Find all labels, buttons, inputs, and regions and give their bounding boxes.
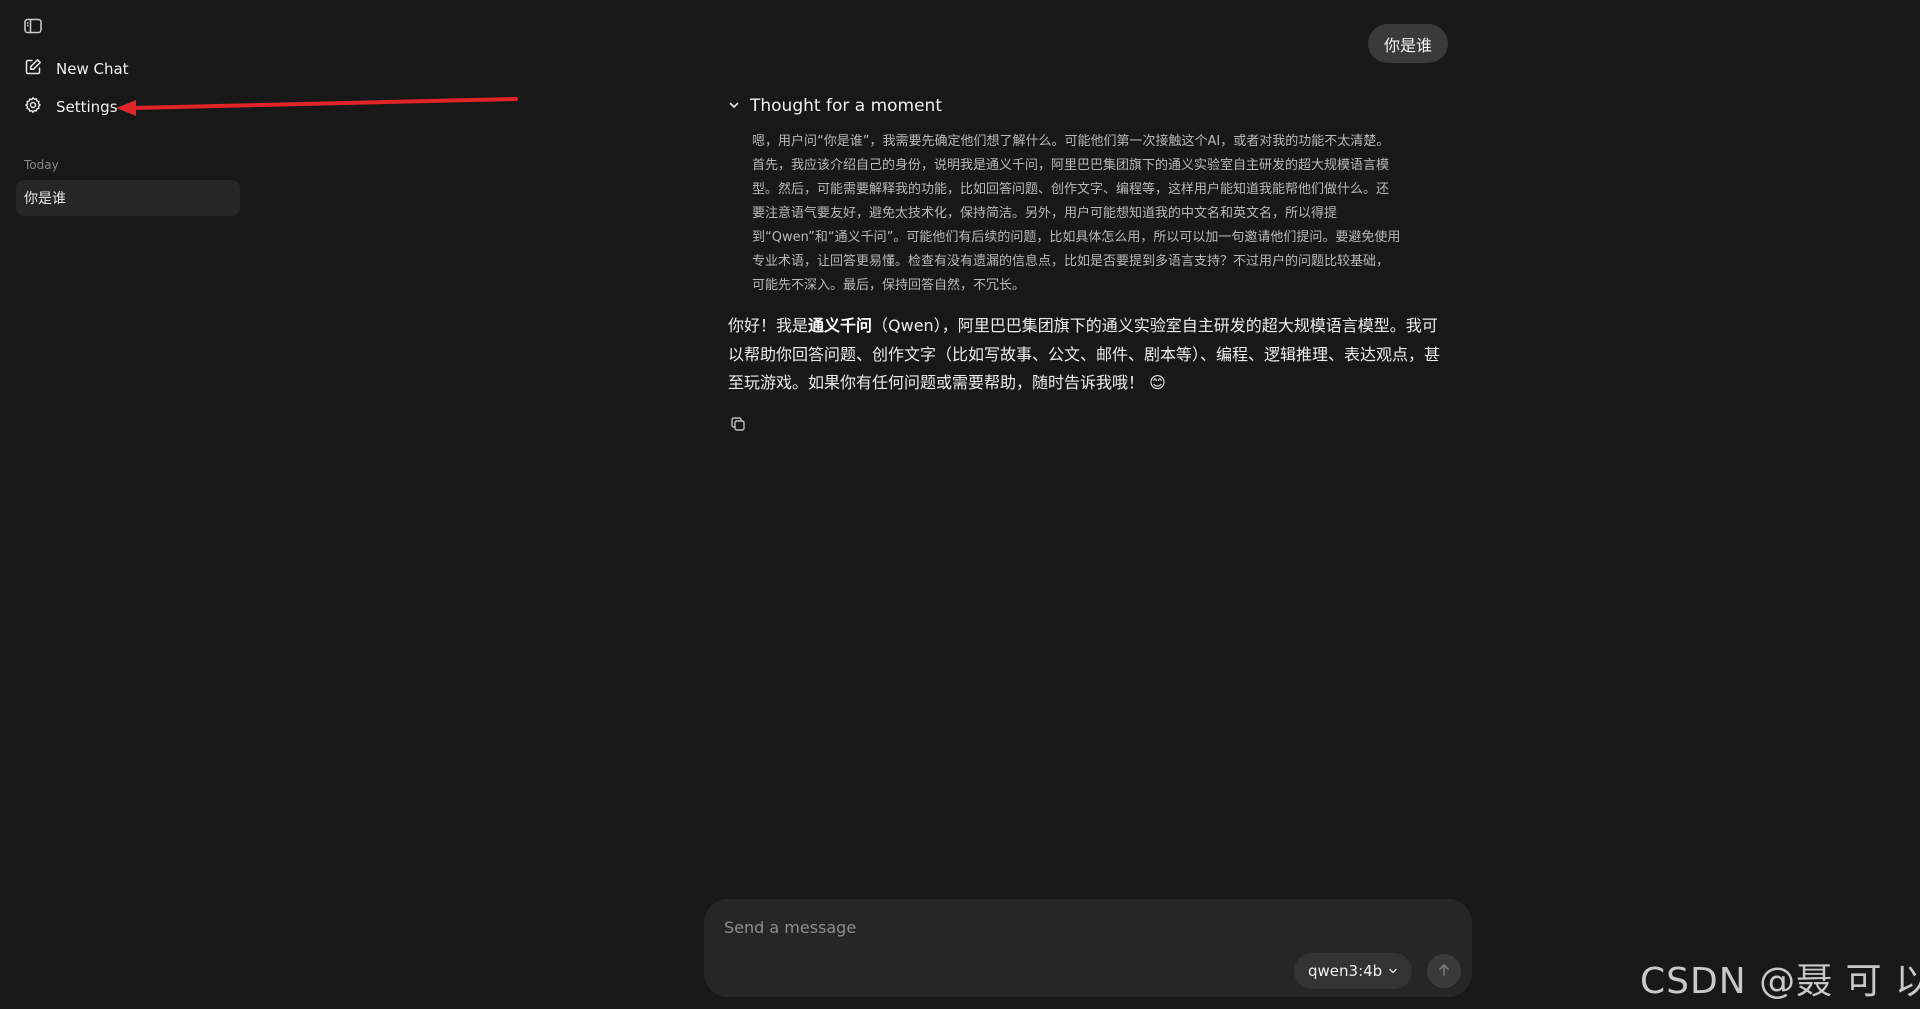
thought-line: 型。然后，可能需要解释我的功能，比如回答问题、创作文字、编程等，这样用户能知道我… — [752, 182, 1390, 197]
chat-history-title: 你是谁 — [24, 191, 66, 207]
settings-button[interactable]: Settings — [16, 90, 240, 124]
answer-prefix: 你好！我是 — [728, 316, 809, 335]
new-chat-label: New Chat — [56, 60, 129, 78]
assistant-message: 你好！我是通义千问（Qwen），阿里巴巴集团旗下的通义实验室自主研发的超大规模语… — [728, 312, 1450, 398]
smile-emoji-icon: 😊 — [1149, 373, 1166, 392]
gear-icon — [24, 96, 42, 118]
copy-icon — [730, 416, 746, 436]
answer-line-2: 以帮助你回答问题、创作文字（比如写故事、公文、邮件、剧本等）、编程、逻辑推理、表… — [728, 344, 1441, 364]
thought-line: 专业术语，让回答更易懂。检查有没有遗漏的信息点，比如是否要提到多语言支持？不过用… — [752, 254, 1390, 269]
watermark: CSDN @聂 可 以 — [1640, 961, 1920, 1002]
settings-label: Settings — [56, 98, 118, 116]
arrow-up-icon — [1437, 962, 1451, 981]
thought-content: 嗯，用户问“你是谁”，我需要先确定他们想了解什么。可能他们第一次接触这个AI，或… — [752, 130, 1442, 298]
answer-line-1: 你好！我是通义千问（Qwen），阿里巴巴集团旗下的通义实验室自主研发的超大规模语… — [728, 312, 1450, 341]
sidebar: New Chat Settings Today 你是谁 — [0, 0, 255, 1009]
answer-line-3: 至玩游戏。如果你有任何问题或需要帮助，随时告诉我哦！ 😊 — [728, 369, 1450, 398]
answer-line-3-text: 至玩游戏。如果你有任何问题或需要帮助，随时告诉我哦！ — [728, 373, 1145, 392]
message-composer: qwen3:4b — [704, 899, 1472, 997]
thought-header-label: Thought for a moment — [750, 96, 942, 116]
model-name: qwen3:4b — [1308, 962, 1383, 980]
sidebar-toggle-icon[interactable] — [22, 15, 44, 37]
message-input[interactable] — [724, 913, 1424, 941]
answer-bold-name: 通义千问 — [808, 316, 873, 335]
copy-button[interactable] — [728, 416, 748, 436]
section-label-today: Today — [24, 158, 59, 172]
user-message-text: 你是谁 — [1383, 35, 1432, 55]
chat-history-item[interactable]: 你是谁 — [16, 180, 240, 216]
thought-toggle[interactable]: Thought for a moment — [728, 96, 942, 116]
chevron-down-icon — [1388, 962, 1398, 980]
user-message-bubble: 你是谁 — [1367, 24, 1448, 63]
send-button[interactable] — [1427, 954, 1461, 988]
edit-icon — [24, 58, 42, 80]
chevron-down-icon — [728, 96, 740, 116]
thought-line: 可能先不深入。最后，保持回答自然，不冗长。 — [752, 278, 1026, 293]
new-chat-button[interactable]: New Chat — [16, 52, 240, 86]
thought-line: 嗯，用户问“你是谁”，我需要先确定他们想了解什么。可能他们第一次接触这个AI，或… — [752, 134, 1390, 149]
thought-line: 要注意语气要友好，避免太技术化，保持简洁。另外，用户可能想知道我的中文名和英文名… — [752, 206, 1338, 221]
thought-line: 首先，我应该介绍自己的身份，说明我是通义千问，阿里巴巴集团旗下的通义实验室自主研… — [752, 158, 1390, 173]
thought-line: 到“Qwen”和“通义千问”。可能他们有后续的问题，比如具体怎么用，所以可以加一… — [752, 230, 1401, 245]
model-selector[interactable]: qwen3:4b — [1294, 953, 1413, 989]
answer-line-1-rest: （Qwen），阿里巴巴集团旗下的通义实验室自主研发的超大规模语言模型。我可 — [872, 316, 1438, 335]
